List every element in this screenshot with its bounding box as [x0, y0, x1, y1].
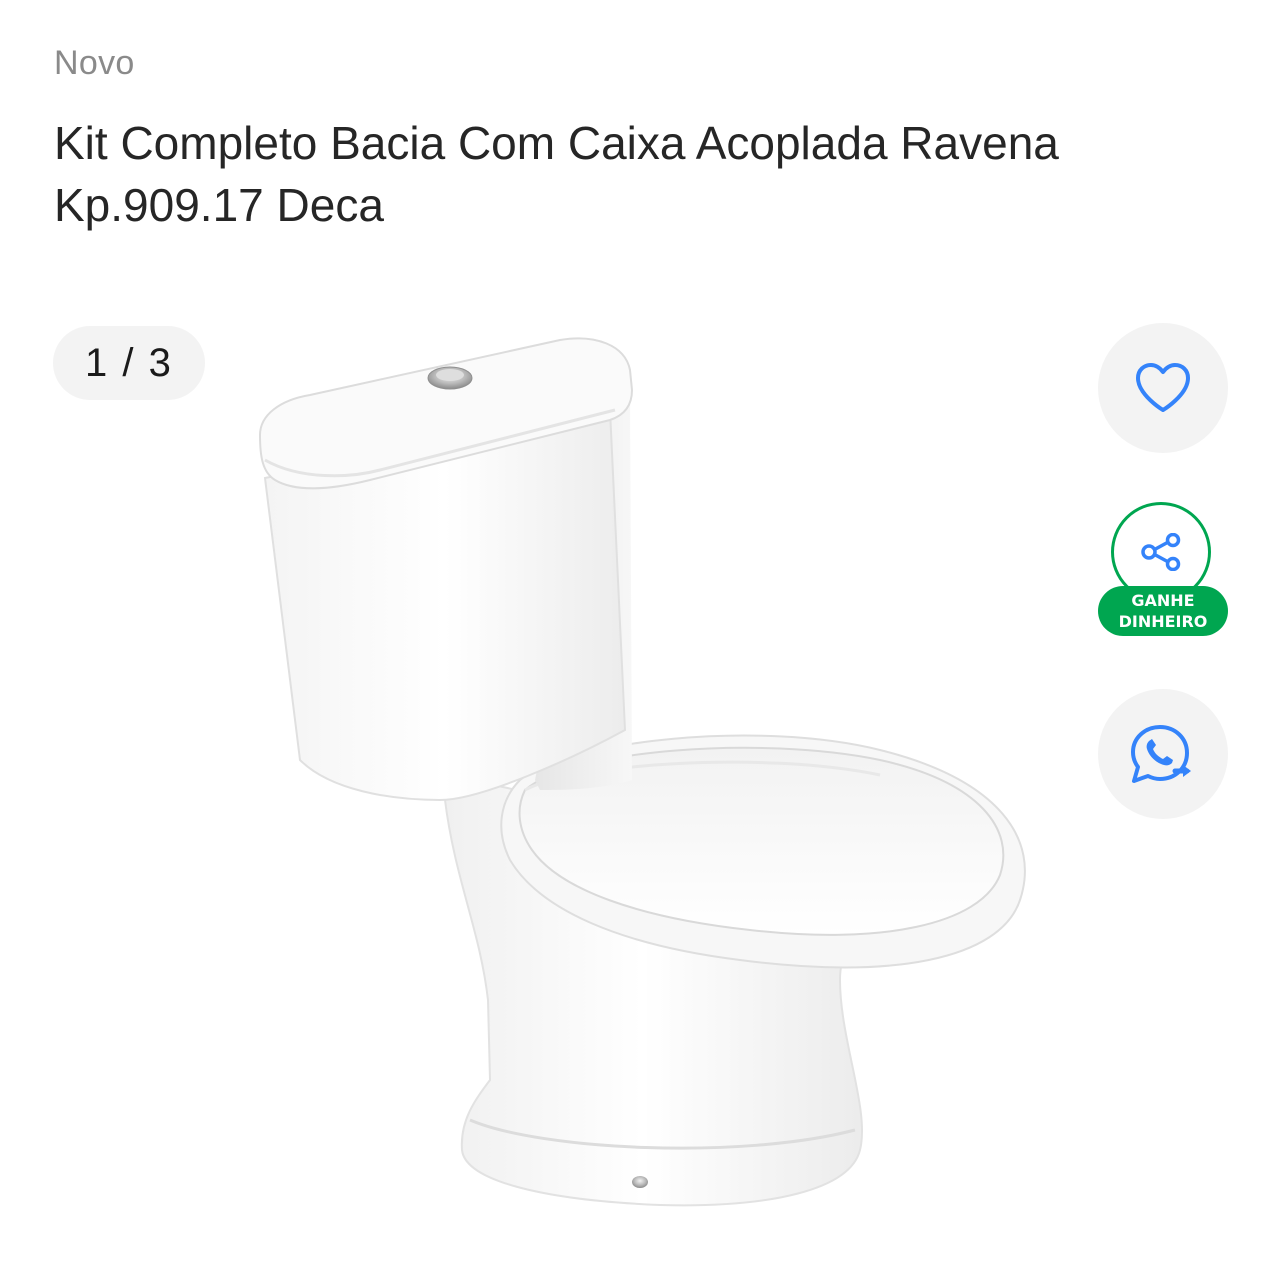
gallery-counter: 1 / 3 [53, 326, 205, 400]
product-image[interactable] [240, 320, 1040, 1265]
gallery-total: 3 [148, 340, 173, 385]
favorite-button[interactable] [1098, 323, 1228, 453]
gallery-separator: / [109, 340, 149, 385]
earn-money-badge: GANHE DINHEIRO [1098, 586, 1228, 636]
heart-icon [1136, 363, 1190, 412]
earn-badge-line1: GANHE [1131, 591, 1195, 610]
gallery-current-index: 1 [85, 340, 110, 385]
image-gallery[interactable]: 1 / 3 GANHE DINHEIRO [0, 300, 1280, 1265]
product-condition: Novo [54, 44, 135, 82]
earn-badge-line2: DINHEIRO [1118, 612, 1208, 631]
product-title: Kit Completo Bacia Com Caixa Acoplada Ra… [54, 117, 1059, 231]
whatsapp-share-icon [1131, 725, 1191, 783]
share-icon [1141, 533, 1181, 571]
share-earn-button[interactable]: GANHE DINHEIRO [1098, 502, 1228, 642]
whatsapp-share-button[interactable] [1098, 689, 1228, 819]
